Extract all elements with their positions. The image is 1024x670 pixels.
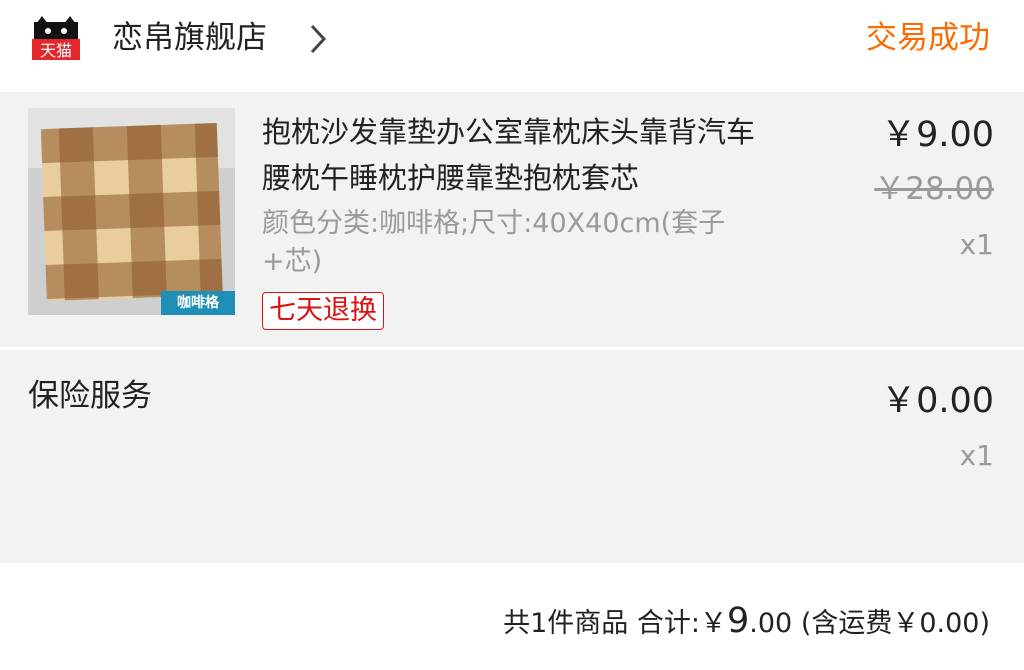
product-image-tag: 咖啡格 [161,291,235,315]
order-summary: 共1件商品 合计:￥9.00 (含运费￥0.00) [503,598,990,647]
total-integer: 9 [726,601,750,641]
product-original-price: ￥28.00 [874,171,994,207]
insurance-service-row[interactable]: 保险服务 ￥0.00 x1 [0,350,1024,563]
order-status: 交易成功 [866,20,990,56]
item-count: 共1件商品 [503,608,629,639]
chevron-right-icon[interactable] [304,22,334,56]
total-currency: ￥ [699,608,727,639]
tmall-logo-icon: 天猫 [32,16,80,60]
product-image[interactable]: 咖啡格 [28,108,235,315]
pillow-image [28,108,235,315]
product-title[interactable]: 抱枕沙发靠垫办公室靠枕床头靠背汽车腰枕午睡枕护腰靠垫抱枕套芯 [262,109,782,201]
product-price: ￥9.00 [881,115,994,155]
insurance-label: 保险服务 [28,378,152,414]
order-header: 天猫 恋帛旗舰店 交易成功 [0,0,1024,92]
store-name-link[interactable]: 恋帛旗舰店 [112,18,267,58]
shipping-info: (含运费￥0.00) [800,608,990,639]
order-item[interactable]: 咖啡格 抱枕沙发靠垫办公室靠枕床头靠背汽车腰枕午睡枕护腰靠垫抱枕套芯 颜色分类:… [0,92,1024,347]
svg-text:天猫: 天猫 [40,41,72,60]
product-quantity: x1 [959,228,994,261]
product-sku: 颜色分类:咖啡格;尺寸:40X40cm(套子+芯) [262,208,726,277]
total-decimal: .00 [749,608,793,639]
total-label: 合计: [636,608,700,639]
return-policy-badge: 七天退换 [262,292,384,330]
insurance-price: ￥0.00 [881,381,994,421]
insurance-quantity: x1 [959,439,994,472]
